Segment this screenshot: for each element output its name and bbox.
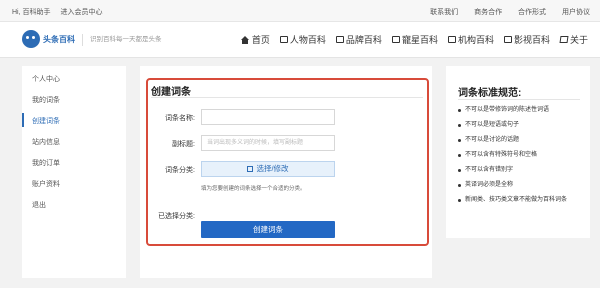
form-title: 创建词条 (151, 87, 191, 98)
business-link[interactable]: 商务合作 (474, 9, 502, 16)
nav-people[interactable]: 人物百科 (279, 33, 326, 46)
create-entry-button[interactable]: 创建词条 (201, 221, 335, 238)
nav-label: 关于 (569, 35, 588, 45)
entry-name-label: 词条名称: (165, 115, 195, 122)
greeting-link[interactable]: Hi, 百科助手 (12, 9, 51, 16)
sidebar-item-messages[interactable]: 站内信息 (32, 137, 60, 147)
site-logo[interactable]: 头条百科 (22, 28, 80, 50)
nav-label: 寵星百科 (401, 35, 438, 45)
user-sidebar: 个人中心 我的词条 创建词条 站内信息 我的订单 账户资料 退出 (22, 66, 126, 278)
nav-label: 机构百科 (457, 35, 494, 45)
form-divider (151, 97, 423, 98)
rule-item: 不可以是讨论的话题 (458, 136, 584, 145)
category-select-button[interactable]: 选择/修改 (201, 161, 335, 177)
rule-item: 不可以是带修饰词的陈述性词语 (458, 106, 584, 115)
sidebar-item-my-entries[interactable]: 我的词条 (32, 95, 60, 105)
id-card-icon (503, 36, 512, 43)
sidebar-item-account[interactable]: 账户资料 (32, 179, 60, 189)
rule-item: 不可以含有特殊符号和空格 (458, 151, 584, 160)
nav-label: 品牌百科 (345, 35, 382, 45)
nav-org[interactable]: 机构百科 (447, 33, 494, 46)
contact-link[interactable]: 联系我们 (430, 9, 458, 16)
nav-star[interactable]: 寵星百科 (391, 33, 438, 46)
id-card-icon (391, 36, 400, 43)
user-agreement-link[interactable]: 用户协议 (562, 9, 590, 16)
subtitle-label: 副标题: (172, 141, 195, 148)
id-card-icon (335, 36, 344, 43)
nav-brand[interactable]: 品牌百科 (335, 33, 382, 46)
id-card-icon (447, 36, 456, 43)
home-icon (240, 35, 250, 44)
rule-item: 新闻类、技巧类文章不能做为百科词条 (458, 196, 584, 205)
nav-film[interactable]: 影视百科 (503, 33, 550, 46)
checkbox-icon (247, 166, 254, 172)
sidebar-item-logout[interactable]: 退出 (32, 200, 46, 210)
book-icon (559, 36, 569, 43)
rules-title: 词条标准规范: (458, 88, 522, 99)
id-card-icon (279, 36, 288, 43)
rules-divider (458, 99, 580, 100)
site-header: 头条百科 识别百科每一天都是头条 首页 人物百科 品牌百科 寵星百科 机构百科 … (0, 22, 600, 58)
nav-label: 人物百科 (289, 35, 326, 45)
subtitle-input[interactable]: 当词出现多义词的时候，填写副标题 (201, 135, 335, 151)
cooperation-link[interactable]: 合作形式 (518, 9, 546, 16)
main-nav: 首页 人物百科 品牌百科 寵星百科 机构百科 影视百科 关于 (231, 33, 588, 46)
entry-name-input[interactable] (201, 109, 335, 125)
nav-label: 影视百科 (513, 35, 550, 45)
nav-about[interactable]: 关于 (559, 33, 588, 46)
active-indicator (22, 113, 24, 127)
rule-item: 不可以是短语或句子 (458, 121, 584, 130)
member-center-link[interactable]: 进入会员中心 (60, 9, 102, 16)
sidebar-item-personal-center[interactable]: 个人中心 (32, 74, 60, 84)
category-label: 词条分类: (165, 167, 195, 174)
rule-item: 英译词必须是全称 (458, 181, 584, 190)
category-button-label: 选择/修改 (256, 164, 289, 173)
nav-label: 首页 (251, 35, 270, 45)
logo-text: 头条百科 (43, 35, 75, 44)
site-slogan: 识别百科每一天都是头条 (82, 34, 162, 46)
sidebar-item-create-entry[interactable]: 创建词条 (32, 116, 60, 126)
nav-home[interactable]: 首页 (240, 33, 270, 46)
rule-item: 不可以含有错别字 (458, 166, 584, 175)
category-hint: 填为您要创建的词条选择一个合适的分类。 (201, 186, 306, 192)
entry-rules-panel: 词条标准规范: 不可以是带修饰词的陈述性词语 不可以是短语或句子 不可以是讨论的… (446, 66, 590, 238)
mascot-icon (22, 30, 40, 48)
top-bar: Hi, 百科助手 进入会员中心 联系我们 商务合作 合作形式 用户协议 (0, 0, 600, 22)
selected-category-label: 已选择分类: (158, 213, 195, 220)
sidebar-item-orders[interactable]: 我的订单 (32, 158, 60, 168)
